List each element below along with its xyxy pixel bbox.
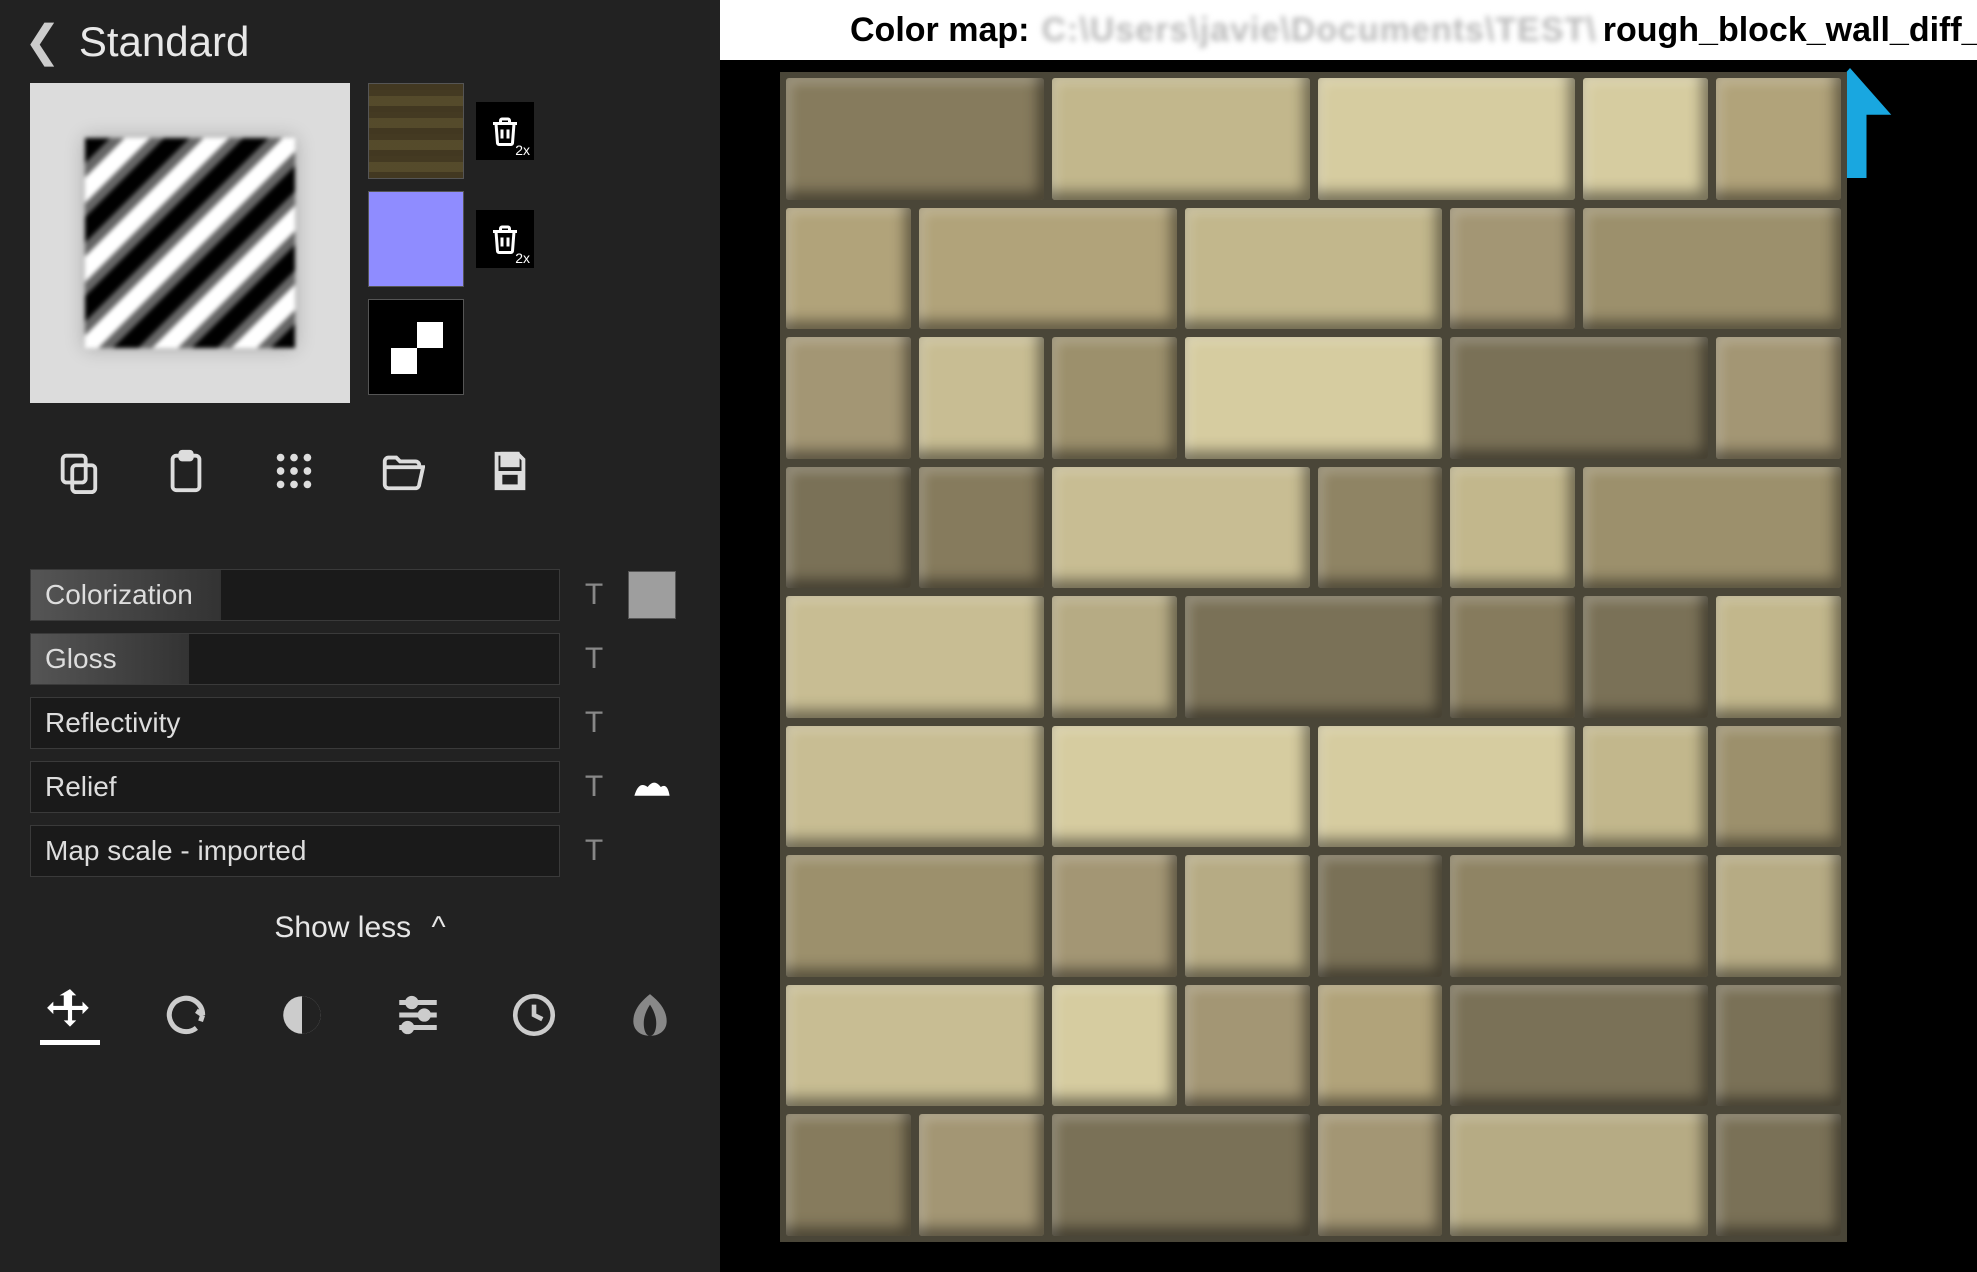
stone-block — [1318, 467, 1443, 589]
colormap-filename: rough_block_wall_diff_8k.jpg — [1603, 11, 1977, 50]
gloss-texture-toggle[interactable]: T — [574, 642, 614, 676]
stone-block — [1185, 208, 1443, 330]
colorization-label: Colorization — [31, 579, 193, 611]
checker-map-thumb[interactable] — [368, 299, 464, 395]
stone-block — [1052, 337, 1177, 459]
leaf-tool[interactable] — [620, 985, 680, 1045]
stone-block — [786, 596, 1044, 718]
stone-block — [919, 337, 1044, 459]
show-less-label: Show less — [274, 911, 411, 944]
contrast-tool[interactable] — [272, 985, 332, 1045]
back-chevron-icon[interactable]: ❮ — [24, 16, 61, 67]
stone-block — [1583, 467, 1841, 589]
stone-block — [1583, 208, 1841, 330]
stone-block — [1185, 855, 1310, 977]
stone-block — [1716, 78, 1841, 200]
material-preview[interactable] — [30, 83, 350, 403]
trash-sub-label-2: 2x — [515, 250, 530, 266]
stone-block — [1716, 1114, 1841, 1236]
stone-block — [1052, 985, 1177, 1107]
rotate-tool[interactable] — [156, 985, 216, 1045]
clock-tool[interactable] — [504, 985, 564, 1045]
stone-block — [786, 855, 1044, 977]
stone-block — [1052, 467, 1310, 589]
stone-block — [919, 208, 1177, 330]
stone-block — [1450, 208, 1575, 330]
paste-button[interactable] — [158, 443, 214, 499]
relief-label: Relief — [31, 771, 117, 803]
panel-title: Standard — [79, 18, 249, 66]
stone-block — [1052, 1114, 1310, 1236]
stone-block — [1450, 467, 1575, 589]
stone-block — [1450, 337, 1708, 459]
stripe-preview-icon — [85, 138, 295, 348]
reflectivity-slider[interactable]: Reflectivity — [30, 697, 560, 749]
stone-block — [1318, 78, 1576, 200]
colorization-slider[interactable]: Colorization — [30, 569, 560, 621]
mapscale-slider[interactable]: Map scale - imported — [30, 825, 560, 877]
stone-block — [1052, 855, 1177, 977]
stone-block — [1185, 985, 1310, 1107]
move-tool[interactable] — [40, 985, 100, 1045]
grid-button[interactable] — [266, 443, 322, 499]
stone-block — [1052, 726, 1310, 848]
stone-block — [1318, 855, 1443, 977]
normal-map-thumb[interactable] — [368, 191, 464, 287]
mapscale-texture-toggle[interactable]: T — [574, 834, 614, 868]
reflectivity-texture-toggle[interactable]: T — [574, 706, 614, 740]
stone-block — [1583, 78, 1708, 200]
gloss-slider[interactable]: Gloss — [30, 633, 560, 685]
color-map-thumb[interactable] — [368, 83, 464, 179]
save-button[interactable] — [482, 443, 538, 499]
stone-block — [1716, 855, 1841, 977]
stone-block — [1318, 726, 1576, 848]
stone-block — [1716, 596, 1841, 718]
colorization-texture-toggle[interactable]: T — [574, 578, 614, 612]
stone-block — [1716, 726, 1841, 848]
relief-slider[interactable]: Relief — [30, 761, 560, 813]
stone-block — [1185, 337, 1443, 459]
sliders-tool[interactable] — [388, 985, 448, 1045]
chevron-up-icon: ^ — [432, 911, 446, 944]
relief-profile-icon[interactable] — [628, 771, 676, 803]
trash-sub-label: 2x — [515, 142, 530, 158]
show-less-toggle[interactable]: Show less ^ — [0, 877, 720, 965]
mapscale-label: Map scale - imported — [31, 835, 306, 867]
stone-block — [1450, 855, 1708, 977]
stone-block — [1052, 78, 1310, 200]
stone-block — [786, 985, 1044, 1107]
delete-normal-map-button[interactable]: 2x — [476, 210, 534, 268]
delete-color-map-button[interactable]: 2x — [476, 102, 534, 160]
stone-block — [1583, 726, 1708, 848]
copy-button[interactable] — [50, 443, 106, 499]
stone-block — [1450, 1114, 1708, 1236]
stone-block — [919, 467, 1044, 589]
stone-block — [1583, 596, 1708, 718]
reflectivity-label: Reflectivity — [31, 707, 180, 739]
relief-texture-toggle[interactable]: T — [574, 770, 614, 804]
stone-block — [786, 726, 1044, 848]
stone-block — [919, 1114, 1044, 1236]
colormap-path-blurred: C:\Users\javie\Documents\TEST\ — [1041, 11, 1596, 50]
open-folder-button[interactable] — [374, 443, 430, 499]
stone-block — [1716, 337, 1841, 459]
stone-block — [786, 1114, 911, 1236]
stone-block — [1318, 985, 1443, 1107]
stone-block — [786, 208, 911, 330]
colormap-label: Color map: — [850, 11, 1029, 50]
stone-block — [786, 467, 911, 589]
colorization-color-swatch[interactable] — [628, 571, 676, 619]
gloss-label: Gloss — [31, 643, 117, 675]
stone-block — [1450, 985, 1708, 1107]
stone-block — [1450, 596, 1575, 718]
stone-block — [786, 78, 1044, 200]
stone-block — [1052, 596, 1177, 718]
texture-preview-viewport[interactable] — [780, 72, 1847, 1242]
stone-block — [1318, 1114, 1443, 1236]
stone-block — [786, 337, 911, 459]
colormap-info-bar: Color map: C:\Users\javie\Documents\TEST… — [720, 0, 1977, 60]
stone-block — [1716, 985, 1841, 1107]
stone-block — [1185, 596, 1443, 718]
